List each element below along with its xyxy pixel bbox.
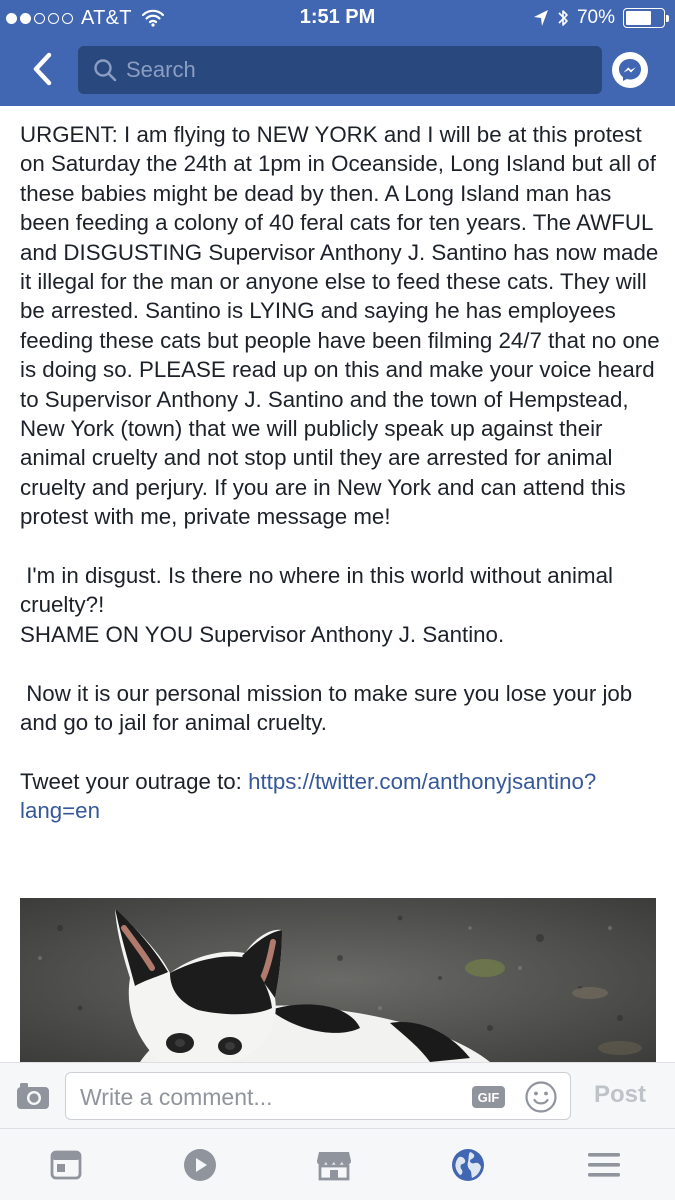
- post-paragraph: Now it is our personal mission to make s…: [20, 680, 639, 736]
- bluetooth-icon: [558, 10, 568, 26]
- globe-icon: [452, 1149, 484, 1181]
- post-paragraph: SHAME ON YOU Supervisor Anthony J. Santi…: [20, 621, 505, 647]
- tab-news-feed[interactable]: [48, 1147, 84, 1183]
- tab-bar: [0, 1128, 675, 1200]
- camera-icon[interactable]: [16, 1081, 50, 1111]
- battery-fill: [626, 11, 652, 25]
- gif-button[interactable]: GIF: [472, 1086, 505, 1108]
- tab-video[interactable]: [182, 1147, 218, 1183]
- tab-marketplace[interactable]: [316, 1147, 352, 1183]
- tweet-line: Tweet your outrage to: https://twitter.c…: [20, 767, 660, 826]
- status-bar: AT&T 1:51 PM 70%: [0, 0, 675, 36]
- post-paragraph: URGENT: I am flying to NEW YORK and I wi…: [20, 122, 666, 530]
- search-input[interactable]: [126, 57, 586, 83]
- kitten-photo: [20, 898, 656, 1062]
- news-feed-icon: [50, 1150, 82, 1180]
- tab-menu[interactable]: [586, 1147, 622, 1183]
- post-body: URGENT: I am flying to NEW YORK and I wi…: [20, 120, 660, 826]
- menu-icon: [588, 1153, 620, 1177]
- messenger-button[interactable]: [612, 52, 648, 88]
- battery-icon: [623, 8, 669, 28]
- comment-box[interactable]: GIF: [65, 1072, 571, 1120]
- tweet-prefix: Tweet your outrage to:: [20, 768, 249, 794]
- search-icon: [94, 59, 117, 82]
- marketplace-icon: [317, 1152, 351, 1181]
- smiley-icon[interactable]: [524, 1080, 558, 1114]
- messenger-icon: [619, 59, 641, 81]
- comment-input[interactable]: [80, 1082, 460, 1112]
- top-bar: AT&T 1:51 PM 70%: [0, 0, 675, 106]
- comment-bar: GIF Post: [0, 1062, 675, 1128]
- search-box[interactable]: [78, 46, 602, 94]
- tab-notifications[interactable]: [450, 1147, 486, 1183]
- back-button[interactable]: [22, 46, 62, 92]
- post-button[interactable]: Post: [594, 1081, 646, 1109]
- post-image[interactable]: [20, 898, 656, 1062]
- location-arrow-icon: [533, 10, 548, 26]
- chevron-left-icon: [33, 52, 52, 86]
- play-icon: [184, 1149, 216, 1181]
- status-right: 70%: [533, 6, 669, 30]
- nav-bar: [0, 36, 675, 106]
- post-paragraph: I'm in disgust. Is there no where in thi…: [20, 563, 620, 618]
- battery-percentage: 70%: [576, 7, 615, 28]
